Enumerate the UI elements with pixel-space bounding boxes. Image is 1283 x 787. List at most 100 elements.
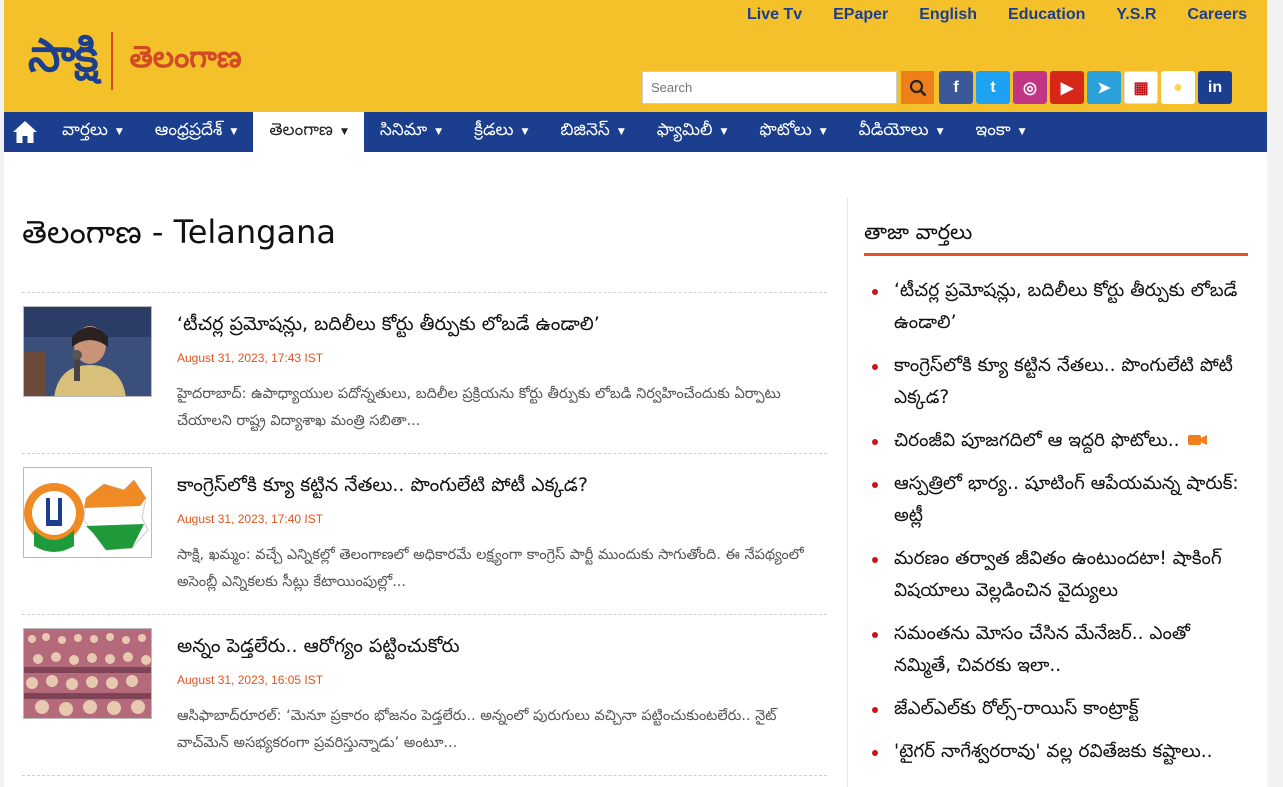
nav-item-5[interactable]: బిజినెస్ ▼: [544, 112, 640, 152]
home-icon: [13, 121, 37, 143]
nav-item-label: వార్తలు: [62, 120, 108, 140]
nav-item-7[interactable]: ఫొటోలు ▼: [743, 112, 842, 152]
nav-item-label: వీడియోలు: [858, 120, 929, 140]
article-summary: హైదరాబాద్: ఉపాధ్యాయుల పదోన్నతులు, బదిలీల…: [177, 386, 781, 429]
nav-item-4[interactable]: క్రీడలు ▼: [458, 112, 544, 152]
caret-down-icon: ▼: [230, 127, 238, 137]
article-summary: ఆసిఫాబాద్‌రూరల్‌: ‘మెనూ ప్రకారం భోజనం పె…: [177, 708, 777, 751]
caret-down-icon: ▼: [340, 127, 348, 137]
nav-item-label: బిజినెస్: [560, 120, 610, 140]
koo-icon[interactable]: ●: [1161, 71, 1195, 104]
youtube-icon[interactable]: ▶: [1050, 71, 1084, 104]
video-camera-icon: [1187, 425, 1208, 457]
article-date: August 31, 2023, 16:05 IST: [177, 673, 324, 687]
latest-news-title: సమంతను మోసం చేసిన మేనేజర్.. ఎంతో నమ్మితే…: [894, 623, 1190, 676]
nav-item-label: ఫ్యామిలీ: [656, 120, 713, 140]
latest-news-item[interactable]: 'టైగర్ నాగేశ్వరరావు' వల్ల రవితేజకు కష్టా…: [866, 736, 1251, 768]
article-summary: సాక్షి, ఖమ్మం: వచ్చే ఎన్నికల్లో తెలంగాణల…: [177, 547, 804, 590]
article-title[interactable]: అన్నం పెడ్తలేరు.. ఆరోగ్యం పట్టించుకోరు: [177, 635, 460, 662]
top-link-careers[interactable]: Careers: [1187, 6, 1247, 24]
latest-news-item[interactable]: ‘టీచర్ల ప్రమోషన్లు, బదిలీలు కోర్టు తీర్ప…: [866, 275, 1251, 339]
caret-down-icon: ▼: [720, 127, 728, 137]
latest-news-title: జేఎల్‌ఎల్‌కు రోల్స్‌-రాయిస్‌ కాంట్రాక్ట్…: [894, 698, 1139, 719]
main-nav: వార్తలు ▼ ఆంధ్రప్రదేశ్ ▼ తెలంగాణ ▼ సినిమా ▼ క్రీ…: [4, 112, 1267, 152]
caret-down-icon: ▼: [115, 127, 123, 137]
sidebar-title: తాజా వార్తలు: [864, 220, 973, 244]
bullet-icon: [872, 557, 878, 563]
article-item[interactable]: కాంగ్రెస్‌లోకి క్యూ కట్టిన నేతలు.. పొంగు…: [22, 453, 827, 614]
nav-item-9[interactable]: ఇంకా ▼: [959, 112, 1041, 152]
latest-news-title: 'టైగర్ నాగేశ్వరరావు' వల్ల రవితేజకు కష్టా…: [894, 741, 1213, 762]
home-button[interactable]: [4, 112, 46, 152]
page-title: తెలంగాణ - Telangana: [22, 213, 336, 251]
nav-item-label: క్రీడలు: [474, 120, 514, 140]
latest-news-title: చిరంజీవి పూజగదిలో ఆ ఇద్దరి ఫొటోలు..: [894, 430, 1180, 451]
logo-divider: [111, 32, 114, 90]
nav-item-8[interactable]: వీడియోలు ▼: [843, 112, 960, 152]
top-links: Live Tv EPaper English Education Y.S.R C…: [747, 6, 1247, 24]
search-button[interactable]: [901, 71, 934, 104]
page: సాక్షి తెలంగాణ Live Tv EPaper English Ed…: [4, 0, 1267, 787]
nav-item-2[interactable]: తెలంగాణ ▼: [253, 112, 364, 152]
article-item[interactable]: ‘టీచర్ల ప్రమోషన్లు, బదిలీలు కోర్టు తీర్ప…: [22, 292, 827, 453]
caret-down-icon: ▼: [435, 127, 443, 137]
linkedin-icon[interactable]: in: [1198, 71, 1232, 104]
latest-news-item[interactable]: చిరంజీవి పూజగదిలో ఆ ఇద్దరి ఫొటోలు..: [866, 425, 1251, 457]
top-link-english[interactable]: English: [919, 6, 977, 24]
article-list-end-divider: [22, 775, 827, 776]
latest-news-title: మరణం తర్వాత జీవితం ఉంటుందటా! షాకింగ్ విష…: [894, 548, 1222, 601]
social-links: f t ◎ ▶ ➤ ▦ ● in: [939, 71, 1232, 104]
latest-news-item[interactable]: సమంతను మోసం చేసిన మేనేజర్.. ఎంతో నమ్మితే…: [866, 618, 1251, 682]
bullet-icon: [872, 289, 878, 295]
article-list: ‘టీచర్ల ప్రమోషన్లు, బదిలీలు కోర్టు తీర్ప…: [22, 292, 827, 776]
nav-item-label: తెలంగాణ: [269, 120, 333, 140]
article-thumbnail[interactable]: [23, 628, 152, 719]
site-logo[interactable]: సాక్షి తెలంగాణ: [28, 28, 242, 94]
nav-item-label: ఇంకా: [975, 120, 1011, 140]
sidebar-title-underline: [864, 253, 1248, 256]
nav-item-label: ఫొటోలు: [759, 120, 812, 140]
top-link-live-tv[interactable]: Live Tv: [747, 6, 802, 24]
latest-news-title: కాంగ్రెస్‌లోకి క్యూ కట్టిన నేతలు.. పొంగు…: [894, 355, 1233, 408]
top-link-education[interactable]: Education: [1008, 6, 1085, 24]
caret-down-icon: ▼: [521, 127, 529, 137]
bullet-icon: [872, 364, 878, 370]
telegram-icon[interactable]: ➤: [1087, 71, 1121, 104]
caret-down-icon: ▼: [819, 127, 827, 137]
bullet-icon: [872, 707, 878, 713]
caret-down-icon: ▼: [1018, 127, 1026, 137]
site-header: సాక్షి తెలంగాణ Live Tv EPaper English Ed…: [4, 0, 1267, 112]
article-date: August 31, 2023, 17:43 IST: [177, 351, 324, 365]
nav-item-6[interactable]: ఫ్యామిలీ ▼: [641, 112, 744, 152]
nav-item-label: సినిమా: [379, 120, 428, 140]
nav-item-3[interactable]: సినిమా ▼: [364, 112, 458, 152]
article-thumbnail[interactable]: [23, 467, 152, 558]
nav-item-label: ఆంధ్రప్రదేశ్: [154, 120, 223, 140]
latest-news-item[interactable]: మరణం తర్వాత జీవితం ఉంటుందటా! షాకింగ్ విష…: [866, 543, 1251, 607]
article-item[interactable]: అన్నం పెడ్తలేరు.. ఆరోగ్యం పట్టించుకోరు A…: [22, 614, 827, 775]
logo-edition-text: తెలంగాణ: [129, 40, 242, 75]
article-title[interactable]: ‘టీచర్ల ప్రమోషన్లు, బదిలీలు కోర్టు తీర్ప…: [177, 313, 600, 340]
caret-down-icon: ▼: [936, 127, 944, 137]
article-title[interactable]: కాంగ్రెస్‌లోకి క్యూ కట్టిన నేతలు.. పొంగు…: [177, 474, 588, 501]
top-link-ysr[interactable]: Y.S.R: [1116, 6, 1156, 24]
sidebar-divider: [847, 198, 848, 787]
latest-news-item[interactable]: జేఎల్‌ఎల్‌కు రోల్స్‌-రాయిస్‌ కాంట్రాక్ట్…: [866, 693, 1251, 725]
article-thumbnail[interactable]: [23, 306, 152, 397]
bullet-icon: [872, 439, 878, 445]
latest-news-item[interactable]: కాంగ్రెస్‌లోకి క్యూ కట్టిన నేతలు.. పొంగు…: [866, 350, 1251, 414]
bullet-icon: [872, 482, 878, 488]
calendar-icon[interactable]: ▦: [1124, 71, 1158, 104]
search-input[interactable]: Search: [642, 71, 897, 104]
search-placeholder: Search: [651, 80, 693, 95]
latest-news-list: ‘టీచర్ల ప్రమోషన్లు, బదిలీలు కోర్టు తీర్ప…: [866, 275, 1251, 779]
search-icon: [909, 79, 926, 96]
caret-down-icon: ▼: [617, 127, 625, 137]
latest-news-item[interactable]: ఆస్పత్రిలో భార్య.. షూటింగ్ ఆపేయమన్న షారు…: [866, 468, 1251, 532]
nav-item-0[interactable]: వార్తలు ▼: [46, 112, 139, 152]
twitter-icon[interactable]: t: [976, 71, 1010, 104]
nav-item-1[interactable]: ఆంధ్రప్రదేశ్ ▼: [139, 112, 254, 152]
top-link-epaper[interactable]: EPaper: [833, 6, 888, 24]
instagram-icon[interactable]: ◎: [1013, 71, 1047, 104]
facebook-icon[interactable]: f: [939, 71, 973, 104]
